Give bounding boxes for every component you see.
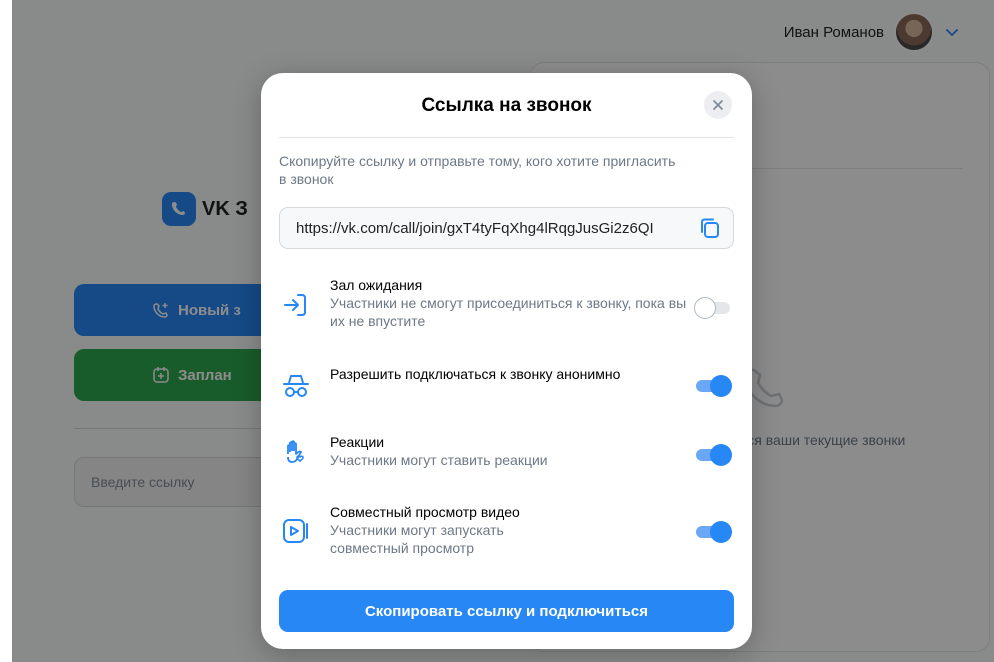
- copy-link-and-join-button[interactable]: Скопировать ссылку и подключиться: [279, 590, 734, 632]
- call-link-modal: Ссылка на звонок Скопируйте ссылку и отп…: [261, 73, 752, 649]
- close-icon: [713, 100, 723, 110]
- reactions-toggle[interactable]: [694, 442, 732, 466]
- close-button[interactable]: [704, 91, 732, 119]
- call-link-field[interactable]: https://vk.com/call/join/gxT4tyFqXhg4lRq…: [279, 207, 734, 249]
- option-reactions: Реакции Участники могут ставить реакции: [279, 433, 734, 473]
- modal-description: Скопируйте ссылку и отправьте тому, кого…: [279, 153, 676, 187]
- option-title: Совместный просмотр видео: [330, 504, 520, 520]
- option-title: Зал ожидания: [330, 277, 423, 293]
- co-watching-toggle[interactable]: [694, 519, 732, 543]
- option-subtitle: Участники не смогут присоединиться к зво…: [330, 295, 687, 329]
- option-title: Реакции: [330, 434, 385, 450]
- modal-title: Ссылка на звонок: [421, 95, 592, 116]
- option-subtitle: Участники могут запускать совместный про…: [330, 522, 504, 556]
- incognito-icon: [283, 375, 309, 397]
- option-subtitle: Участники могут ставить реакции: [330, 452, 548, 468]
- hand-heart-icon: [287, 440, 304, 463]
- enter-icon: [284, 294, 306, 316]
- play-icon: [283, 519, 308, 543]
- waiting-room-toggle[interactable]: [694, 295, 732, 319]
- divider: [279, 137, 734, 138]
- copy-icon[interactable]: [699, 217, 721, 239]
- option-anonymous: Разрешить подключаться к звонку анонимно: [279, 365, 734, 405]
- anonymous-toggle[interactable]: [694, 373, 732, 397]
- option-co-watching: Совместный просмотр видео Участники могу…: [279, 503, 734, 563]
- call-link-text: https://vk.com/call/join/gxT4tyFqXhg4lRq…: [296, 219, 654, 237]
- option-title: Разрешить подключаться к звонку анонимно: [330, 366, 621, 382]
- option-waiting-room: Зал ожидания Участники не смогут присоед…: [279, 276, 734, 336]
